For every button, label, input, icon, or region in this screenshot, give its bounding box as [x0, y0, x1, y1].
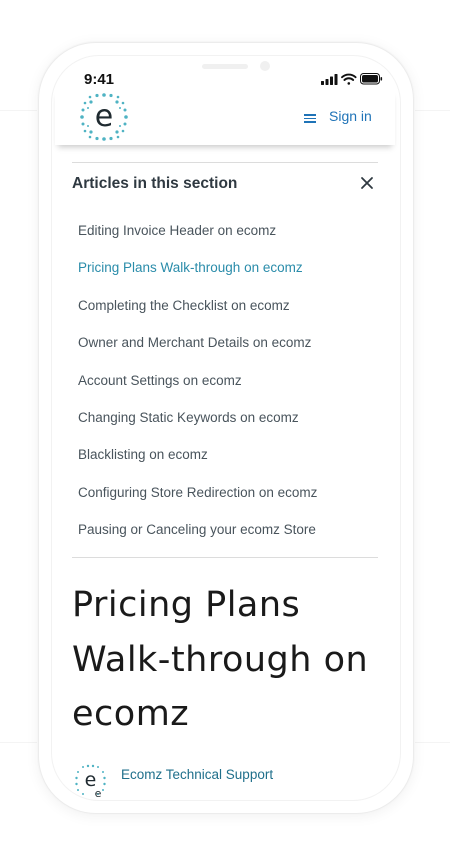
logo-letter: e [95, 99, 113, 134]
article-link[interactable]: Editing Invoice Header on ecomz [78, 222, 317, 259]
article-link[interactable]: Pausing or Canceling your ecomz Store [78, 521, 317, 558]
avatar: e e [75, 764, 106, 797]
signal-icon [321, 74, 338, 85]
close-icon[interactable] [360, 176, 374, 190]
article-title: Pricing Plans Walk-through on ecomz [72, 585, 369, 734]
article-link[interactable]: Owner and Merchant Details on ecomz [78, 334, 317, 371]
section-divider-bottom [72, 557, 378, 558]
article-link[interactable]: Configuring Store Redirection on ecomz [78, 484, 317, 521]
avatar-letter: e [95, 787, 102, 797]
section-divider-top [72, 162, 378, 163]
phone-camera [260, 61, 270, 71]
battery-icon [360, 73, 383, 85]
article-link[interactable]: Completing the Checklist on ecomz [78, 297, 317, 334]
ecomz-logo[interactable]: e [80, 93, 128, 141]
wifi-icon [341, 73, 357, 85]
screenshot-stage: 9:41 e Sign in Articles in this section … [0, 0, 450, 854]
article-link[interactable]: Account Settings on ecomz [78, 372, 317, 409]
article-link[interactable]: Pricing Plans Walk-through on ecomz [78, 259, 317, 296]
article-link[interactable]: Blacklisting on ecomz [78, 446, 317, 483]
phone-speaker [202, 64, 248, 69]
status-icons [321, 73, 383, 85]
article-list: Editing Invoice Header on ecomz Pricing … [78, 222, 317, 559]
article-link[interactable]: Changing Static Keywords on ecomz [78, 409, 317, 446]
author-name[interactable]: Ecomz Technical Support [121, 767, 273, 782]
section-title: Articles in this section [72, 175, 238, 192]
hamburger-icon[interactable] [304, 113, 316, 123]
status-time: 9:41 [84, 71, 115, 88]
sign-in-link[interactable]: Sign in [329, 108, 372, 124]
